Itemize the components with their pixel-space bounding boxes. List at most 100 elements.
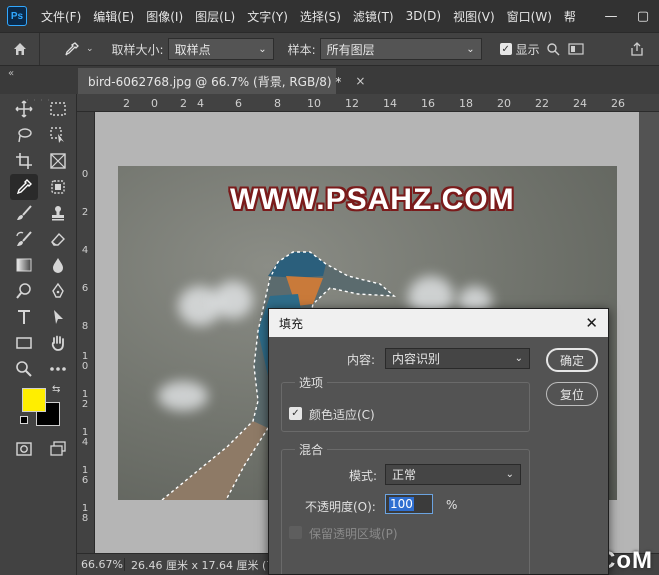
eraser-tool-icon[interactable] <box>44 226 72 252</box>
vertical-ruler: 0 2 4 6 8 1 0 1 2 1 4 1 6 1 8 <box>77 112 95 553</box>
chevron-down-icon: ⌄ <box>258 43 267 55</box>
tools-panel: · · · · ⇆ <box>0 94 77 575</box>
window-controls: — ▢ <box>595 0 659 32</box>
swap-colors-icon[interactable]: ⇆ <box>52 384 60 395</box>
color-adaptation-checkbox[interactable]: ✓ <box>289 407 302 420</box>
ruler-tick-label: 4 <box>197 97 204 110</box>
rectangle-tool-icon[interactable] <box>10 330 38 356</box>
photoshop-logo[interactable]: Ps <box>7 6 27 26</box>
blending-group-title: 混合 <box>295 441 328 458</box>
reset-button[interactable]: 复位 <box>546 382 598 406</box>
opacity-label: 不透明度(O): <box>305 500 376 514</box>
chevron-down-icon: ⌄ <box>514 353 523 364</box>
ruler-tick-label: 10 <box>307 97 321 110</box>
show-ring-toggle[interactable]: ✓ 显示 <box>499 41 540 58</box>
brush-tool-icon[interactable] <box>10 200 38 226</box>
stamp-tool-icon[interactable] <box>44 200 72 226</box>
collapse-panel-icon[interactable]: « <box>8 68 14 79</box>
menu-type[interactable]: 文字(Y) <box>241 8 294 25</box>
home-button[interactable] <box>0 33 40 65</box>
menu-image[interactable]: 图像(I) <box>140 8 189 25</box>
menu-bar: Ps 文件(F) 编辑(E) 图像(I) 图层(L) 文字(Y) 选择(S) 滤… <box>0 0 659 32</box>
ruler-tick-label: 14 <box>383 97 397 110</box>
minimize-button[interactable]: — <box>595 9 627 24</box>
screen-mode-icon[interactable] <box>44 436 72 462</box>
ruler-tick-label: 1 6 <box>81 465 89 486</box>
default-colors-icon[interactable] <box>20 416 28 424</box>
foreground-color-swatch[interactable] <box>22 388 46 412</box>
hand-tool-icon[interactable] <box>44 330 72 356</box>
ruler-tick-label: 12 <box>345 97 359 110</box>
options-group-title: 选项 <box>295 374 328 391</box>
marquee-tool-icon[interactable] <box>44 96 72 122</box>
menu-view[interactable]: 视图(V) <box>447 8 501 25</box>
object-selection-tool-icon[interactable] <box>44 122 72 148</box>
spot-healing-tool-icon[interactable] <box>44 174 72 200</box>
contents-select[interactable]: 内容识别 ⌄ <box>385 348 530 369</box>
ruler-tick-label: 2 <box>180 97 187 110</box>
preserve-transparency-label[interactable]: 保留透明区域(P) <box>309 525 398 542</box>
sample-label: 样本: <box>287 42 316 57</box>
menu-window[interactable]: 窗口(W) <box>501 8 558 25</box>
crop-tool-icon[interactable] <box>10 148 38 174</box>
show-ring-checkbox[interactable]: ✓ <box>499 43 512 55</box>
menu-edit[interactable]: 编辑(E) <box>87 8 140 25</box>
sample-value: 所有图层 <box>326 42 375 57</box>
sample-select[interactable]: 所有图层 ⌄ <box>319 38 482 60</box>
ruler-tick-label: 1 0 <box>81 351 89 372</box>
eyedropper-tool-icon[interactable] <box>10 174 38 200</box>
eyedropper-icon <box>65 42 79 56</box>
more-tools-icon[interactable] <box>44 356 72 382</box>
color-adaptation-label[interactable]: 颜色适应(C) <box>309 406 375 423</box>
menu-file[interactable]: 文件(F) <box>35 8 87 25</box>
opacity-input[interactable]: 100 <box>385 494 433 514</box>
menu-layer[interactable]: 图层(L) <box>189 8 241 25</box>
menu-help[interactable]: 帮 <box>558 8 582 25</box>
chevron-down-icon: ⌄ <box>86 44 94 54</box>
sample-size-value: 取样点 <box>174 42 211 57</box>
zoom-tool-icon[interactable] <box>10 356 38 382</box>
zoom-level[interactable]: 66.67% <box>77 558 125 571</box>
type-tool-icon[interactable] <box>10 304 38 330</box>
ruler-tick-label: 1 4 <box>81 427 89 448</box>
history-brush-tool-icon[interactable] <box>10 226 38 252</box>
maximize-button[interactable]: ▢ <box>627 9 659 24</box>
document-tab[interactable]: bird-6062768.jpg @ 66.7% (背景, RGB/8) * × <box>78 68 365 94</box>
eyedropper-tool-preset[interactable]: ⌄ <box>64 41 94 57</box>
ruler-tick-label: 4 <box>81 245 89 256</box>
workspace-icon[interactable] <box>568 42 584 56</box>
fill-dialog: 填充 ✕ 内容: 内容识别 ⌄ 确定 复位 选项 ✓ 颜色适应(C) 混合 模式… <box>268 308 609 575</box>
ruler-tick-label: 8 <box>81 321 89 332</box>
menu-3d[interactable]: 3D(D) <box>400 9 447 23</box>
document-tab-title: bird-6062768.jpg @ 66.7% (背景, RGB/8) * <box>88 74 342 89</box>
pen-tool-icon[interactable] <box>44 278 72 304</box>
dialog-title-bar[interactable]: 填充 ✕ <box>269 309 608 337</box>
sample-size-label: 取样大小: <box>111 42 164 57</box>
mode-select[interactable]: 正常 ⌄ <box>385 464 521 485</box>
blur-tool-icon[interactable] <box>44 252 72 278</box>
ruler-tick-label: 24 <box>573 97 587 110</box>
options-bar: ⌄ 取样大小: 取样点 ⌄ 样本: 所有图层 ⌄ ✓ 显示 <box>0 32 659 66</box>
sample-size-select[interactable]: 取样点 ⌄ <box>167 38 274 60</box>
ruler-tick-label: 2 <box>81 207 89 218</box>
dodge-tool-icon[interactable] <box>10 278 38 304</box>
mode-label: 模式: <box>349 469 378 483</box>
close-icon[interactable]: ✕ <box>585 314 598 332</box>
search-icon[interactable] <box>546 42 560 56</box>
ruler-tick-label: 26 <box>611 97 625 110</box>
frame-tool-icon[interactable] <box>44 148 72 174</box>
ok-button[interactable]: 确定 <box>546 348 598 372</box>
close-tab-icon[interactable]: × <box>355 74 365 88</box>
contents-label: 内容: <box>347 353 376 367</box>
lasso-tool-icon[interactable] <box>10 122 38 148</box>
menu-select[interactable]: 选择(S) <box>294 8 347 25</box>
home-icon <box>13 43 26 55</box>
path-selection-tool-icon[interactable] <box>44 304 72 330</box>
move-tool-icon[interactable] <box>10 96 38 122</box>
menu-filter[interactable]: 滤镜(T) <box>347 8 400 25</box>
gradient-tool-icon[interactable] <box>10 252 38 278</box>
chevron-down-icon: ⌄ <box>505 469 514 480</box>
quick-mask-icon[interactable] <box>10 436 38 462</box>
preserve-transparency-checkbox[interactable]: ✓ <box>289 526 302 539</box>
share-icon[interactable] <box>629 41 645 57</box>
